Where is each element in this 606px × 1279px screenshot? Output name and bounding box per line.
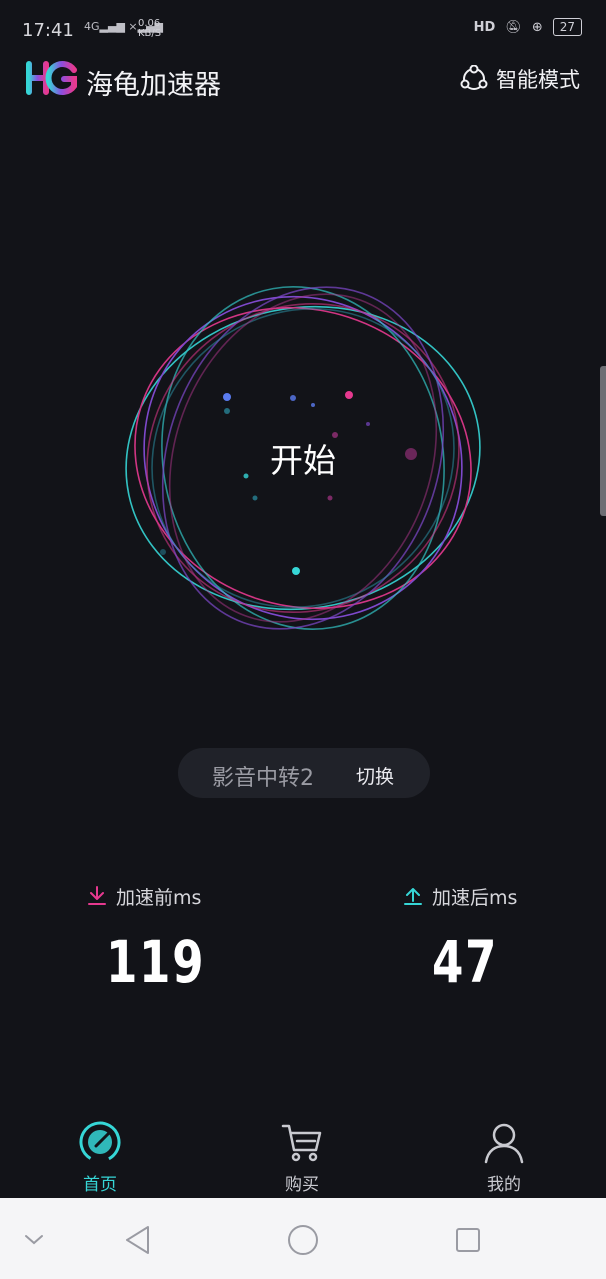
- arrow-down-icon: [88, 886, 106, 905]
- nav-buy-label: 购买: [285, 1175, 319, 1195]
- app-bar: 海龟加速器 智能模式: [0, 55, 606, 103]
- start-label: 开始: [270, 441, 336, 480]
- logo-icon: [26, 61, 77, 95]
- chevron-down-icon[interactable]: [14, 1220, 54, 1260]
- bottom-nav: 首页 购买 我的: [0, 1112, 606, 1198]
- nav-mine-label: 我的: [487, 1175, 521, 1195]
- cart-icon: [281, 1124, 322, 1162]
- recent-apps-icon[interactable]: [448, 1220, 488, 1260]
- nav-home-label: 首页: [83, 1175, 117, 1195]
- user-icon: [484, 1123, 524, 1164]
- status-icons: HD 🔕︎ ⊕ 27: [474, 18, 582, 36]
- app-title: 海龟加速器: [86, 70, 221, 101]
- hd-icon: HD: [473, 19, 496, 35]
- latency-after: 加速后ms 47: [402, 880, 602, 996]
- lock-rotation-icon: ⊕: [531, 19, 543, 35]
- latency-before-label: 加速前ms: [116, 886, 202, 909]
- system-nav-bar: [0, 1198, 606, 1279]
- battery-icon: 27: [552, 18, 582, 36]
- server-selector: 影音中转2 切换: [178, 748, 430, 798]
- home-circle-icon[interactable]: [283, 1220, 323, 1260]
- switch-server-button[interactable]: 切换: [356, 762, 394, 789]
- latency-after-header: 加速后ms: [402, 880, 602, 912]
- nav-mine[interactable]: 我的: [444, 1112, 564, 1196]
- nav-buy[interactable]: 购买: [242, 1112, 362, 1196]
- server-name: 影音中转2: [212, 766, 314, 791]
- smart-mode-button[interactable]: 智能模式: [460, 63, 580, 95]
- start-button[interactable]: 开始: [103, 258, 503, 658]
- back-icon[interactable]: [118, 1220, 158, 1260]
- latency-after-label: 加速后ms: [432, 886, 518, 909]
- smart-mode-label: 智能模式: [496, 68, 580, 92]
- arrow-up-icon: [404, 888, 422, 905]
- bell-muted-icon: 🔕︎: [505, 19, 522, 35]
- speedometer-icon: [79, 1121, 121, 1163]
- nav-home[interactable]: 首页: [40, 1112, 160, 1196]
- latency-before-value: 119: [106, 928, 206, 996]
- latency-before-header: 加速前ms: [86, 880, 286, 912]
- net-speed: 0.06 KB/S: [138, 19, 161, 39]
- scroll-indicator[interactable]: [600, 366, 606, 516]
- latency-after-value: 47: [432, 928, 499, 996]
- molecule-icon: [460, 65, 488, 90]
- latency-before: 加速前ms 119: [86, 880, 286, 996]
- net-speed-unit: KB/S: [138, 28, 162, 39]
- network-type: 4G: [84, 20, 100, 33]
- status-time: 17:41: [22, 20, 74, 41]
- status-bar: 17:41 4G▂▄▆ ×▂▄▆ 0.06 KB/S HD 🔕︎ ⊕ 27: [0, 0, 606, 58]
